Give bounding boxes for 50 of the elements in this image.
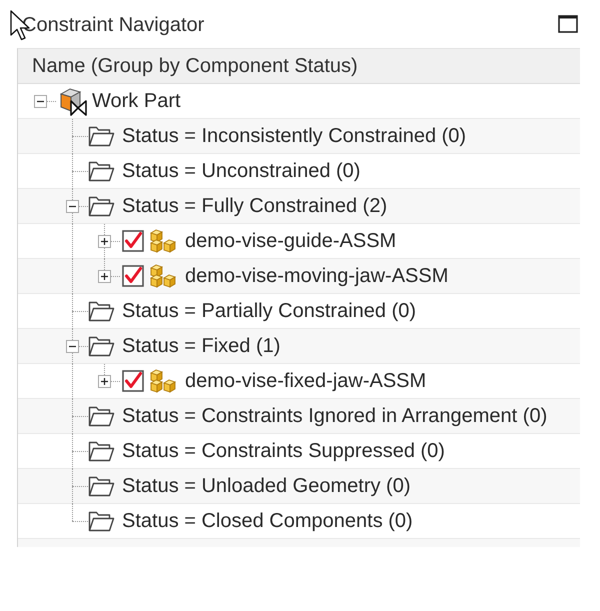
- folder-icon: [88, 405, 115, 427]
- tree-row[interactable]: demo-vise-moving-jaw-ASSM: [18, 259, 580, 294]
- tree-row[interactable]: Status = Partially Constrained (0): [18, 294, 580, 329]
- assembly-blocks-icon: [150, 368, 177, 394]
- tree-row[interactable]: Status = Unloaded Geometry (0): [18, 469, 580, 504]
- tree-item-label: Status = Fully Constrained (2): [122, 194, 388, 218]
- collapse-icon[interactable]: [66, 340, 78, 352]
- tree-item-label: Status = Unconstrained (0): [122, 160, 360, 182]
- folder-icon: [88, 195, 115, 217]
- tree-row[interactable]: demo-vise-fixed-jaw-ASSM: [18, 364, 580, 399]
- folder-icon: [88, 160, 115, 182]
- expand-icon[interactable]: [98, 270, 110, 282]
- tree-item-label: Work Part: [92, 90, 181, 112]
- tree-row[interactable]: Status = Constraints Suppressed (0): [18, 434, 580, 469]
- collapse-icon[interactable]: [66, 200, 78, 212]
- tree-item-label: Status = Inconsistently Constrained (0): [122, 124, 466, 148]
- tree-item-label: Status = Partially Constrained (0): [122, 300, 416, 322]
- column-header[interactable]: Name (Group by Component Status): [18, 49, 580, 84]
- checkbox[interactable]: [122, 370, 144, 392]
- tree-item-label: Status = Unloaded Geometry (0): [122, 474, 410, 498]
- folder-icon: [88, 300, 115, 322]
- tree-item-label: Status = Fixed (1): [122, 334, 280, 358]
- expand-icon[interactable]: [98, 374, 110, 388]
- tree-item-label: demo-vise-moving-jaw-ASSM: [185, 264, 448, 288]
- panel-title: Constraint Navigator: [22, 14, 204, 36]
- maximize-icon[interactable]: [558, 15, 578, 33]
- tree-row[interactable]: Status = Constraints Ignored in Arrangement (0): [18, 399, 580, 434]
- assembly-blocks-icon: [150, 264, 177, 288]
- folder-icon: [88, 440, 115, 462]
- folder-icon: [88, 125, 115, 147]
- folder-icon: [88, 335, 115, 357]
- tree-item-label: demo-vise-guide-ASSM: [185, 230, 396, 252]
- tree-item-label: demo-vise-fixed-jaw-ASSM: [185, 370, 426, 392]
- expand-icon[interactable]: [98, 234, 110, 248]
- folder-icon: [88, 475, 115, 497]
- tree-row[interactable]: Status = Fixed (1): [18, 329, 580, 364]
- tree-row[interactable]: Status = Unconstrained (0): [18, 154, 580, 189]
- tree-row[interactable]: Status = Inconsistently Constrained (0): [18, 119, 580, 154]
- tree-row[interactable]: Status = Fully Constrained (2): [18, 189, 580, 224]
- tree-row[interactable]: Status = Closed Components (0): [18, 504, 580, 539]
- folder-icon: [88, 510, 115, 532]
- tree-row[interactable]: Work Part: [18, 84, 580, 119]
- checkbox[interactable]: [122, 265, 144, 287]
- assembly-blocks-icon: [150, 228, 177, 254]
- tree-item-label: Status = Constraints Suppressed (0): [122, 440, 445, 462]
- checkbox[interactable]: [122, 230, 144, 252]
- tree-item-label: Status = Closed Components (0): [122, 510, 413, 532]
- tree-item-label: Status = Constraints Ignored in Arrangement (0): [122, 404, 548, 428]
- collapse-icon[interactable]: [34, 94, 46, 108]
- tree-row[interactable]: demo-vise-guide-ASSM: [18, 224, 580, 259]
